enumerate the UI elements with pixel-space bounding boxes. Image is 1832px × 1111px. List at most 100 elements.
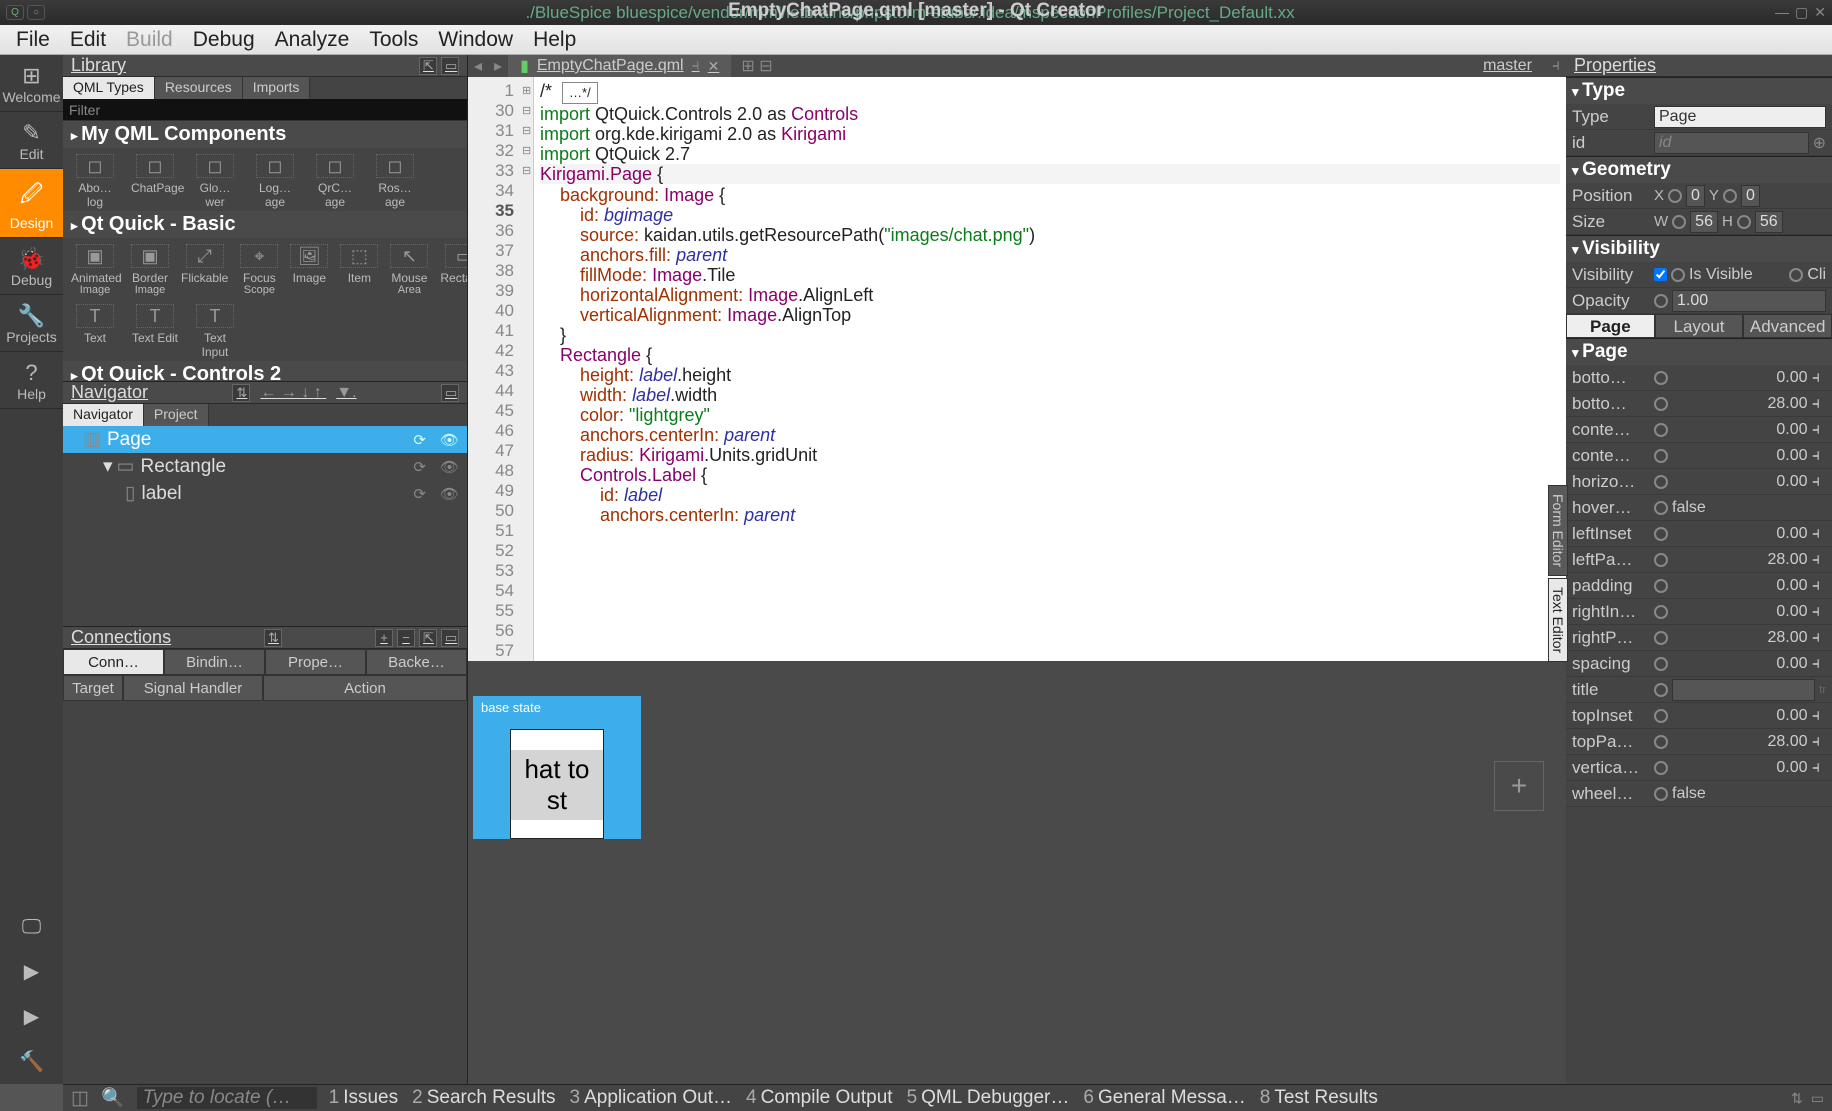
build-icon[interactable]: 🔨 <box>19 1039 44 1084</box>
titlebar-pin[interactable]: ○ <box>27 5 45 20</box>
target-selector-icon[interactable]: 🖵 <box>19 906 44 949</box>
navigator-left-icon[interactable]: ← <box>260 384 276 401</box>
output-pane-issues[interactable]: 1 Issues <box>329 1087 399 1109</box>
export-toggle-icon[interactable]: ⟳ <box>413 458 426 476</box>
section-page[interactable]: Page <box>1566 338 1832 365</box>
window-maximize-icon[interactable]: ▢ <box>1795 4 1808 21</box>
connections-tab[interactable]: Prope… <box>265 649 366 675</box>
binding-indicator[interactable] <box>1668 189 1682 203</box>
library-detach-icon[interactable]: ⇱ <box>419 57 437 75</box>
menu-help[interactable]: Help <box>525 28 584 52</box>
document-tab-close-icon[interactable]: ✕ <box>708 58 720 75</box>
output-pane-test-results[interactable]: 8 Test Results <box>1260 1087 1378 1109</box>
window-close-icon[interactable]: ✕ <box>1814 4 1826 21</box>
prop-spin-input[interactable]: 28.00 ⫞ <box>1672 551 1826 569</box>
library-tab-resources[interactable]: Resources <box>155 77 243 99</box>
library-item[interactable]: ◻Glo…wer <box>191 154 239 209</box>
library-item[interactable]: ⌖FocusScope <box>240 244 278 296</box>
library-item[interactable]: 🖼Image <box>290 244 328 296</box>
library-item[interactable]: ⬚Item <box>340 244 378 296</box>
connections-sort-icon[interactable]: ⇅ <box>264 629 282 647</box>
section-type[interactable]: Type <box>1566 77 1832 104</box>
library-close-icon[interactable]: ▭ <box>441 57 459 75</box>
subtab-page[interactable]: Page <box>1566 314 1655 338</box>
navigator-down-icon[interactable]: ↓ <box>301 384 309 401</box>
code-body[interactable]: /* …*/import QtQuick.Controls 2.0 as Con… <box>534 77 1566 661</box>
mode-projects[interactable]: 🔧Projects <box>0 295 63 352</box>
library-item[interactable]: TText Edit <box>131 304 179 359</box>
section-geometry[interactable]: Geometry <box>1566 156 1832 183</box>
library-section[interactable]: Qt Quick - Basic <box>63 211 467 238</box>
navigator-filter-icon[interactable]: ▼. <box>336 384 356 401</box>
doc-menu-icon[interactable]: ⫞ <box>1546 57 1566 75</box>
connections-remove-icon[interactable]: − <box>397 629 415 647</box>
is-visible-checkbox[interactable] <box>1654 268 1667 281</box>
library-item[interactable]: ◻Log…age <box>251 154 299 209</box>
prop-id-input[interactable]: id <box>1654 132 1809 154</box>
prop-y-input[interactable]: 0 <box>1741 185 1760 207</box>
prop-spin-input[interactable]: 0.00 ⫞ <box>1672 447 1826 465</box>
search-icon[interactable]: 🔍 <box>101 1086 125 1110</box>
library-item[interactable]: ⤢Flickable <box>181 244 228 296</box>
prop-spin-input[interactable]: 28.00 ⫞ <box>1672 629 1826 647</box>
library-tab-imports[interactable]: Imports <box>243 77 311 99</box>
menu-edit[interactable]: Edit <box>62 28 114 52</box>
output-pane-general-messa-[interactable]: 6 General Messa… <box>1083 1087 1245 1109</box>
output-pane-search-results[interactable]: 2 Search Results <box>412 1087 555 1109</box>
prop-spin-input[interactable]: 0.00 ⫞ <box>1672 707 1826 725</box>
navigator-close-icon[interactable]: ▭ <box>441 384 459 402</box>
doc-bookmark-icon[interactable]: ⊞ <box>741 58 754 75</box>
prop-x-input[interactable]: 0 <box>1686 185 1705 207</box>
prop-spin-input[interactable]: 0.00 ⫞ <box>1672 577 1826 595</box>
prop-opacity-input[interactable]: 1.00 <box>1672 290 1826 312</box>
connections-header[interactable]: Action <box>263 675 467 701</box>
menu-tools[interactable]: Tools <box>361 28 426 52</box>
library-tab-qml-types[interactable]: QML Types <box>63 77 155 99</box>
prop-spin-input[interactable]: 28.00 ⫞ <box>1672 395 1826 413</box>
prop-spin-input[interactable]: 28.00 ⫞ <box>1672 733 1826 751</box>
prop-spin-input[interactable]: 0.00 ⫞ <box>1672 369 1826 387</box>
locator-input[interactable]: Type to locate (… <box>137 1087 317 1109</box>
library-item[interactable]: ◻Ros…age <box>371 154 419 209</box>
library-item[interactable]: ◻QrC…age <box>311 154 359 209</box>
binding-indicator[interactable] <box>1723 189 1737 203</box>
run-icon[interactable]: ▶ <box>19 949 44 994</box>
mode-help[interactable]: ?Help <box>0 352 63 409</box>
library-item[interactable]: ▣BorderImage <box>131 244 169 296</box>
mode-edit[interactable]: ✎Edit <box>0 112 63 169</box>
connections-header[interactable]: Target <box>63 675 123 701</box>
titlebar-appicon[interactable]: Q <box>6 5 24 20</box>
navigator-sort-icon[interactable]: ⇅ <box>232 384 250 402</box>
prop-h-input[interactable]: 56 <box>1755 211 1783 233</box>
navigator-right-icon[interactable]: → <box>281 384 297 401</box>
visibility-toggle-icon[interactable]: 👁 <box>440 485 459 503</box>
menu-window[interactable]: Window <box>430 28 521 52</box>
library-item[interactable]: TText Input <box>191 304 239 359</box>
connections-tab[interactable]: Conn… <box>63 649 164 675</box>
connections-tab[interactable]: Bindin… <box>164 649 265 675</box>
connections-close-icon[interactable]: ▭ <box>441 629 459 647</box>
mode-welcome[interactable]: ⊞Welcome <box>0 55 63 112</box>
sidebar-toggle-icon[interactable]: ◫ <box>71 1087 89 1110</box>
menu-debug[interactable]: Debug <box>185 28 263 52</box>
state-thumbnail[interactable]: base state hat to st <box>473 696 641 839</box>
menu-file[interactable]: File <box>8 28 58 52</box>
prop-spin-input[interactable]: 0.00 ⫞ <box>1672 759 1826 777</box>
export-toggle-icon[interactable]: ⟳ <box>413 485 426 503</box>
navigator-item-rectangle[interactable]: ▾▭Rectangle⟳👁 <box>63 453 467 480</box>
menu-analyze[interactable]: Analyze <box>267 28 358 52</box>
library-section[interactable]: My QML Components <box>63 121 467 148</box>
add-state-button[interactable]: + <box>1494 761 1544 811</box>
export-toggle-icon[interactable]: ⟳ <box>413 431 426 449</box>
navigator-item-label[interactable]: ▯label⟳👁 <box>63 480 467 507</box>
visibility-toggle-icon[interactable]: 👁 <box>440 431 459 449</box>
window-minimize-icon[interactable]: — <box>1775 4 1789 21</box>
section-visibility[interactable]: Visibility <box>1566 235 1832 262</box>
connections-header[interactable]: Signal Handler <box>123 675 263 701</box>
prop-text-input[interactable] <box>1672 679 1815 701</box>
document-tab[interactable]: ▮ EmptyChatPage.qml ⫞ ✕ <box>508 55 731 77</box>
output-pane-compile-output[interactable]: 4 Compile Output <box>746 1087 893 1109</box>
prop-spin-input[interactable]: 0.00 ⫞ <box>1672 603 1826 621</box>
library-item[interactable]: TText <box>71 304 119 359</box>
doc-split-icon[interactable]: ⫞ <box>692 57 700 75</box>
